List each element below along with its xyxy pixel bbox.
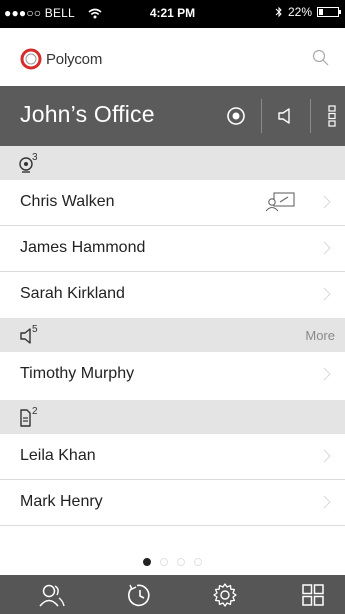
- polycom-logo: Polycom: [20, 48, 102, 70]
- participant-name: Mark Henry: [20, 493, 103, 510]
- participant-name: Chris Walken: [20, 193, 115, 210]
- content-count: 2: [32, 406, 38, 417]
- video-participants: 3: [18, 151, 44, 180]
- tab-bar: [0, 575, 345, 614]
- settings-icon: [213, 583, 237, 607]
- record-button[interactable]: [220, 100, 252, 132]
- section-video-participants: 3: [0, 146, 345, 180]
- content-participants: 2: [18, 405, 44, 434]
- tab-contacts[interactable]: [38, 581, 66, 609]
- participant-row[interactable]: Sarah Kirkland: [0, 272, 345, 318]
- page-dot[interactable]: [194, 558, 202, 566]
- divider: [261, 99, 262, 133]
- search-icon: [312, 49, 329, 66]
- video-participants-icon: 3: [19, 152, 38, 173]
- page-dot[interactable]: [143, 558, 151, 566]
- logo-text: Polycom: [46, 50, 103, 68]
- app-header: Polycom: [0, 28, 345, 86]
- chevron-right-icon: [323, 449, 331, 463]
- participant-row[interactable]: James Hammond: [0, 226, 345, 272]
- tab-recents[interactable]: [126, 581, 154, 609]
- battery-icon: [317, 7, 341, 17]
- grid-icon: [302, 584, 324, 606]
- room-header: John’s Office: [0, 86, 345, 146]
- battery-status: 22%: [275, 5, 341, 19]
- tab-settings[interactable]: [211, 581, 239, 609]
- audio-participants-icon: 5: [20, 324, 38, 344]
- room-title: John’s Office: [20, 101, 155, 127]
- chevron-right-icon: [323, 287, 331, 301]
- more-vertical-icon: [328, 105, 336, 127]
- page-dot[interactable]: [160, 558, 168, 566]
- participant-row[interactable]: Mark Henry: [0, 480, 345, 526]
- more-link[interactable]: More: [305, 328, 335, 343]
- chevron-right-icon: [323, 367, 331, 381]
- page-indicator[interactable]: [0, 558, 345, 572]
- participant-name: Leila Khan: [20, 447, 96, 464]
- battery-percent: 22%: [287, 5, 312, 19]
- participant-name: Sarah Kirkland: [20, 285, 125, 302]
- section-audio-participants: 5 More: [0, 318, 345, 352]
- record-icon: [227, 107, 245, 125]
- more-options-button[interactable]: [316, 100, 345, 132]
- recents-icon: [128, 584, 150, 607]
- bluetooth-icon: [275, 6, 282, 18]
- page-dot[interactable]: [177, 558, 185, 566]
- video-count: 3: [32, 152, 38, 163]
- tab-apps[interactable]: [299, 581, 327, 609]
- participant-row[interactable]: Timothy Murphy: [0, 352, 345, 398]
- audio-participants: 5: [18, 323, 44, 352]
- screen-share-icon: [265, 192, 295, 212]
- audio-count: 5: [32, 324, 38, 335]
- search-button[interactable]: [311, 48, 331, 68]
- speaker-button[interactable]: [270, 100, 302, 132]
- section-content-participants: 2: [0, 400, 345, 434]
- chevron-right-icon: [323, 195, 331, 209]
- participant-name: Timothy Murphy: [20, 365, 135, 382]
- status-bar: ●●●○○ BELL 4:21 PM 22%: [0, 0, 345, 28]
- chevron-right-icon: [323, 495, 331, 509]
- polycom-logo-icon: [20, 48, 42, 70]
- speaker-icon: [278, 108, 290, 124]
- participant-row[interactable]: Chris Walken: [0, 180, 345, 226]
- chevron-right-icon: [323, 241, 331, 255]
- divider: [310, 99, 311, 133]
- content-participants-icon: 2: [20, 406, 38, 427]
- contacts-icon: [39, 584, 65, 607]
- content-sharing-indicator: [265, 191, 297, 218]
- participant-name: James Hammond: [20, 239, 146, 256]
- participant-row[interactable]: Leila Khan: [0, 434, 345, 480]
